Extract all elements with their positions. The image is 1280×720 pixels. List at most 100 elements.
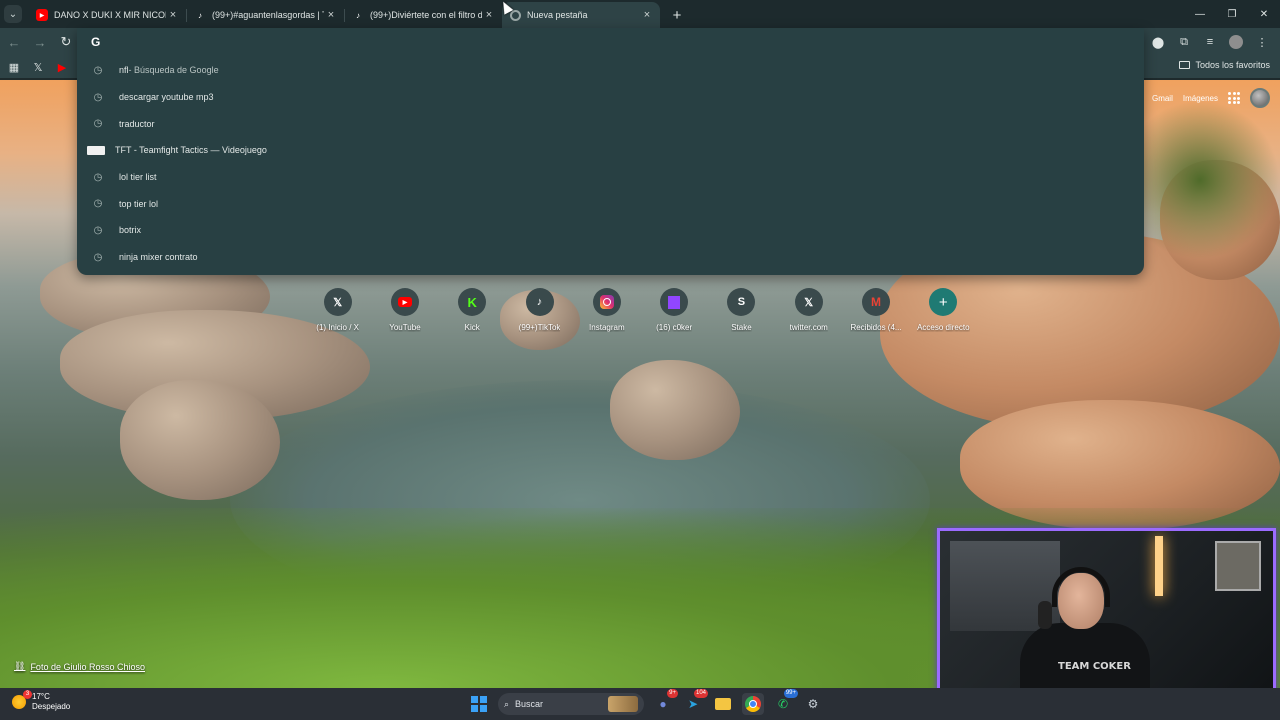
forward-arrow-icon[interactable]: → <box>28 30 52 54</box>
close-icon[interactable]: × <box>324 9 338 21</box>
close-window-icon[interactable]: ✕ <box>1248 0 1280 28</box>
headset-icon <box>1052 567 1110 607</box>
add-shortcut-tile[interactable]: + Acceso directo <box>910 288 977 332</box>
youtube-icon: ▶ <box>397 297 412 307</box>
gmail-link[interactable]: Gmail <box>1152 94 1173 103</box>
chrome-app[interactable] <box>742 693 764 715</box>
shortcut-tile[interactable]: S Stake <box>708 288 775 332</box>
shortcut-label: Recibidos (4... <box>850 323 902 332</box>
plus-icon: + <box>672 6 682 24</box>
sun-icon <box>12 690 32 709</box>
x-icon[interactable]: 𝕏 <box>28 57 48 77</box>
shortcut-label: (16) c0ker <box>656 323 693 332</box>
suggestion-item[interactable]: ◷ ninja mixer contrato <box>77 244 1144 271</box>
restore-icon[interactable]: ❐ <box>1216 0 1248 28</box>
discord-app[interactable]: ● 9+ <box>652 689 678 715</box>
reload-icon[interactable]: ↻ <box>54 30 78 54</box>
suggestion-item[interactable]: ◷ top tier lol <box>77 190 1144 217</box>
wallpaper-foliage <box>1120 100 1280 260</box>
all-bookmarks-button[interactable]: Todos los favoritos <box>1179 60 1270 70</box>
shortcut-tile[interactable]: ▶ YouTube <box>371 288 438 332</box>
weather-temp: 17°C <box>32 692 50 701</box>
history-icon: ◷ <box>93 91 103 103</box>
apps-grid-icon[interactable]: ▦ <box>4 57 24 77</box>
shortcut-tile[interactable]: K Kick <box>439 288 506 332</box>
browser-tab[interactable]: ▶ DANO X DUKI X MIR NICOLÁS × <box>28 2 186 28</box>
search-highlight-thumbnail <box>608 696 638 712</box>
gmail-icon: M <box>871 295 882 309</box>
tiktok-icon: ♪ <box>525 288 554 316</box>
webcam-lamp <box>1155 536 1163 596</box>
all-bookmarks-label: Todos los favoritos <box>1195 60 1270 70</box>
shortcut-tile[interactable]: ♪ (99+)TikTok <box>506 288 573 332</box>
minimize-icon[interactable]: — <box>1184 0 1216 28</box>
youtube-icon[interactable]: ▶ <box>52 57 72 77</box>
folder-icon <box>715 698 731 710</box>
shortcut-label: YouTube <box>389 323 421 332</box>
suggestion-item[interactable]: ◷ nfl - Búsqueda de Google <box>77 57 1144 84</box>
discord-icon: ● <box>659 697 667 711</box>
chrome-icon <box>745 696 761 712</box>
suggestion-item[interactable]: ◷ descargar youtube mp3 <box>77 84 1144 111</box>
tab-search-button[interactable]: ⌄ <box>4 5 22 23</box>
shortcut-label: Instagram <box>589 323 625 332</box>
photo-credit-link[interactable]: ⛓ Foto de Giulio Rosso Chioso <box>14 661 145 672</box>
weather-widget[interactable]: 17°C Despejado <box>12 690 70 712</box>
file-explorer-app[interactable] <box>712 693 734 715</box>
tab-title: DANO X DUKI X MIR NICOLÁS <box>54 10 166 20</box>
suggestion-item[interactable]: ◷ botrix <box>77 217 1144 244</box>
browser-tab[interactable]: ♪ (99+)Diviértete con el filtro de × <box>344 2 502 28</box>
close-icon[interactable]: × <box>482 9 496 21</box>
whatsapp-badge: 99+ <box>783 689 798 698</box>
suggestion-text: TFT - Teamfight Tactics — Videojuego <box>115 145 267 156</box>
omnibox-input[interactable]: G <box>77 28 1144 56</box>
history-icon: ◷ <box>93 64 103 76</box>
taskbar-search[interactable]: ⌕ Buscar <box>498 693 644 715</box>
stake-icon: S <box>727 288 756 316</box>
x-icon: 𝕏 <box>323 288 352 316</box>
discord-badge: 9+ <box>667 689 678 698</box>
tab-title: Nueva pestaña <box>527 10 588 20</box>
shortcut-tile[interactable]: (16) c0ker <box>640 288 707 332</box>
whatsapp-app[interactable]: ✆ 99+ <box>772 689 798 715</box>
suggestion-item[interactable]: TFT - Teamfight Tactics — Videojuego <box>77 137 1144 164</box>
photo-credit-text: Foto de Giulio Rosso Chioso <box>30 661 145 672</box>
start-button[interactable] <box>468 693 490 715</box>
browser-tab-active[interactable]: Nueva pestaña × <box>502 2 660 28</box>
settings-gear-icon: ⚙ <box>807 697 819 711</box>
suggestion-item[interactable]: ◷ lol tier list <box>77 164 1144 191</box>
weather-desc: Despejado <box>32 702 71 711</box>
history-icon: ◷ <box>93 118 103 130</box>
profile-avatar[interactable] <box>1229 35 1243 49</box>
microphone-icon <box>1038 601 1052 629</box>
suggestion-list: ◷ nfl - Búsqueda de Google ◷ descargar y… <box>77 57 1144 271</box>
weather-text: 17°C Despejado <box>32 692 70 712</box>
system-app[interactable]: ⚙ <box>802 693 824 715</box>
webcam-poster <box>1215 541 1261 591</box>
telegram-app[interactable]: ➤ 104 <box>682 689 708 715</box>
suggestion-text: botrix <box>119 225 142 236</box>
suggestion-item[interactable]: ◷ traductor <box>77 110 1144 137</box>
tft-thumbnail-icon <box>87 145 105 155</box>
close-icon[interactable]: × <box>166 9 180 21</box>
close-icon[interactable]: × <box>640 9 654 21</box>
tab-title: (99+)Diviértete con el filtro de <box>370 10 482 20</box>
telegram-icon: ➤ <box>687 697 699 711</box>
google-apps-icon[interactable] <box>1228 92 1240 104</box>
back-arrow-icon[interactable]: ← <box>2 30 26 54</box>
media-queue-icon[interactable]: ≡ <box>1198 30 1222 54</box>
images-link[interactable]: Imágenes <box>1183 94 1218 103</box>
shield-icon[interactable]: ⬤ <box>1146 30 1170 54</box>
new-tab-button[interactable]: + <box>666 4 688 26</box>
extensions-icon[interactable]: ⧉ <box>1172 30 1196 54</box>
account-avatar[interactable] <box>1250 88 1270 108</box>
browser-tab[interactable]: ♪ (99+)#aguantenlasgordas | TikTok × <box>186 2 344 28</box>
shortcut-tile[interactable]: Instagram <box>573 288 640 332</box>
google-g-icon: G <box>91 35 101 49</box>
shortcut-tile[interactable]: 𝕏 twitter.com <box>775 288 842 332</box>
menu-dots-icon[interactable]: ⋮ <box>1250 30 1274 54</box>
shortcut-tile[interactable]: 𝕏 (1) Inicio / X <box>304 288 371 332</box>
shortcut-tile[interactable]: M Recibidos (4... <box>842 288 909 332</box>
toolbar-actions: ⬤ ⧉ ≡ ⋮ <box>1146 30 1274 54</box>
tiktok-icon: ♪ <box>198 10 202 20</box>
